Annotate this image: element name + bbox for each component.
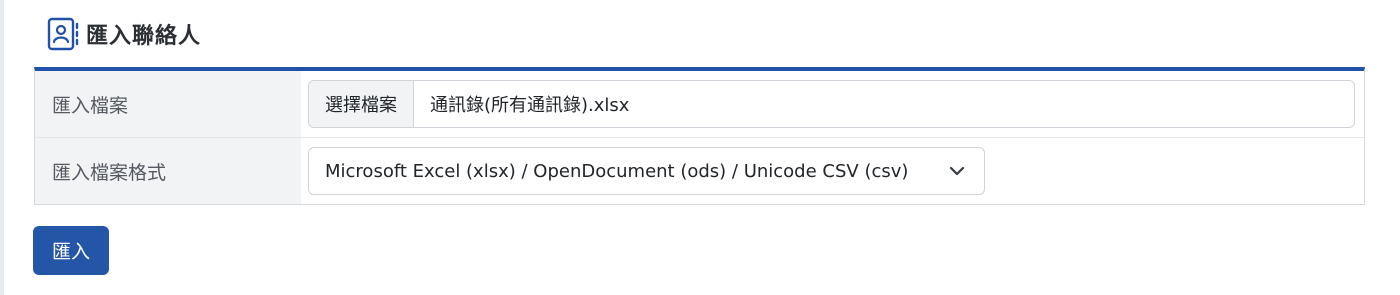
import-file-label: 匯入檔案 (35, 71, 301, 137)
form-row-import-format: 匯入檔案格式 Microsoft Excel (xlsx) / OpenDocu… (35, 137, 1364, 204)
import-form-table: 匯入檔案 選擇檔案 通訊錄(所有通訊錄).xlsx 匯入檔案格式 Microso… (34, 67, 1365, 205)
form-row-import-file: 匯入檔案 選擇檔案 通訊錄(所有通訊錄).xlsx (35, 71, 1364, 137)
choose-file-button[interactable]: 選擇檔案 (309, 81, 414, 127)
import-file-value-cell: 選擇檔案 通訊錄(所有通訊錄).xlsx (301, 71, 1364, 137)
import-format-label: 匯入檔案格式 (35, 138, 301, 204)
import-format-value-cell: Microsoft Excel (xlsx) / OpenDocument (o… (301, 138, 1364, 204)
contact-book-icon (47, 17, 79, 51)
page-header: 匯入聯絡人 (46, 16, 201, 52)
import-submit-button[interactable]: 匯入 (33, 226, 109, 275)
file-format-select[interactable]: Microsoft Excel (xlsx) / OpenDocument (o… (308, 147, 985, 195)
import-contacts-page: 匯入聯絡人 匯入檔案 選擇檔案 通訊錄(所有通訊錄).xlsx 匯入檔案格式 M… (0, 0, 1400, 295)
file-format-selected-value: Microsoft Excel (xlsx) / OpenDocument (o… (325, 160, 909, 182)
selected-file-name: 通訊錄(所有通訊錄).xlsx (430, 95, 630, 116)
page-title: 匯入聯絡人 (86, 24, 202, 49)
file-input[interactable]: 選擇檔案 通訊錄(所有通訊錄).xlsx (308, 80, 1355, 128)
chevron-down-icon (949, 166, 965, 176)
